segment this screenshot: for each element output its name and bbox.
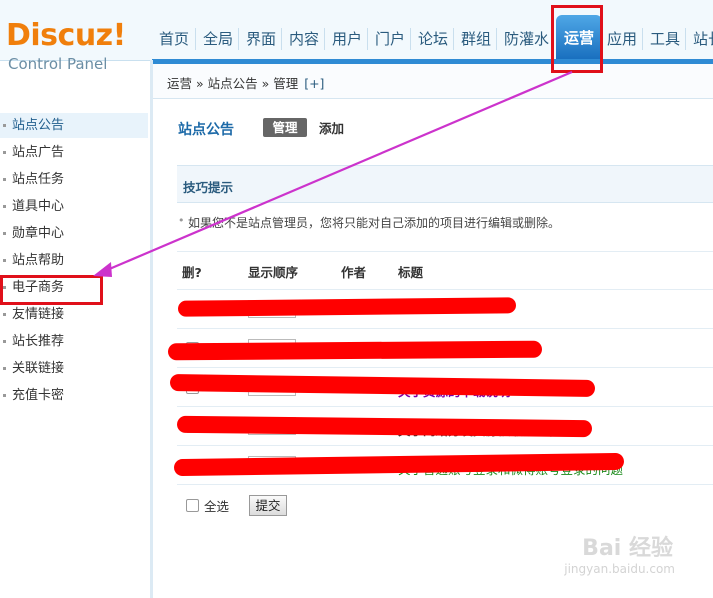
annotation-arrow bbox=[93, 70, 573, 277]
watermark-logo: Bai 经验 bbox=[582, 536, 673, 561]
app-window: Discuz! Control Panel 首页 全局 界面 内容 用户 门户 … bbox=[0, 0, 713, 598]
watermark-url: jingyan.baidu.com bbox=[564, 562, 675, 576]
